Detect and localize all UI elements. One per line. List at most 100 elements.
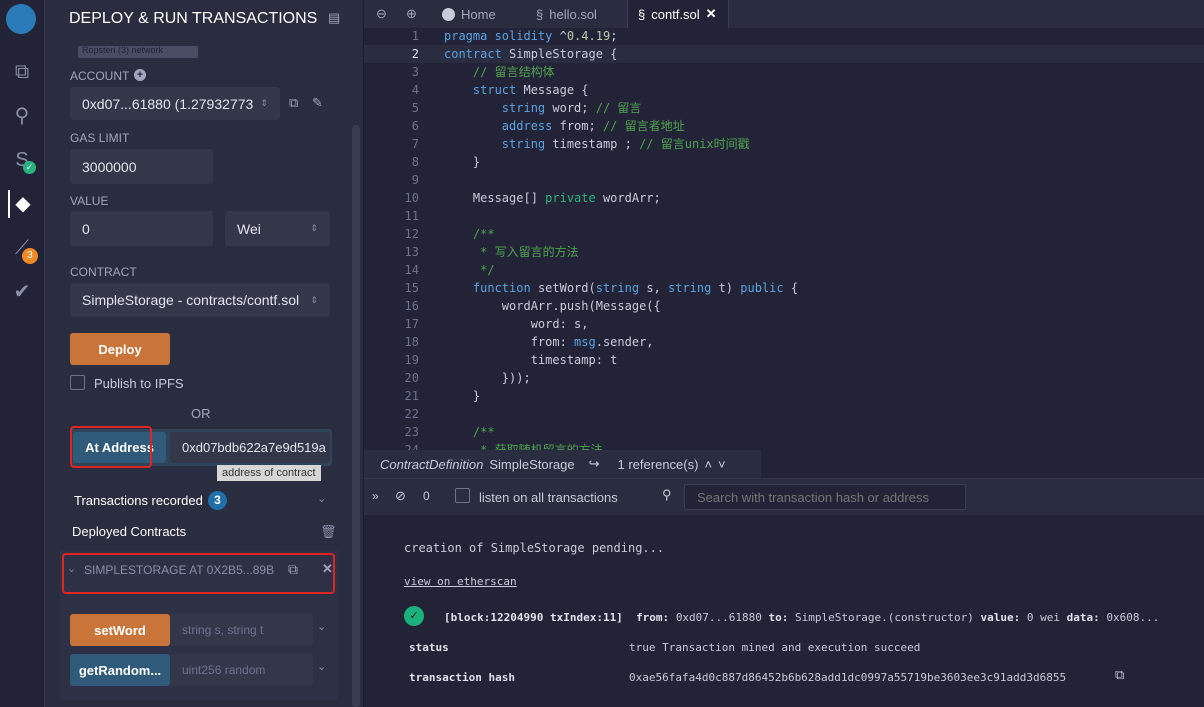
close-tab-icon[interactable]: ✕ xyxy=(706,6,717,22)
account-value: 0xd07...61880 (1.27932773 xyxy=(82,95,254,112)
function-button-getRandom[interactable]: getRandom... xyxy=(70,654,170,686)
code-token: timestamp: t xyxy=(444,353,618,367)
function-params-input[interactable]: string s, string t xyxy=(170,614,313,646)
zoom-out-icon[interactable]: ⊖ xyxy=(376,0,387,28)
edit-icon[interactable]: ✎ xyxy=(312,95,323,111)
value-input[interactable]: 0 xyxy=(70,211,213,246)
definition-name: SimpleStorage xyxy=(489,456,575,472)
value-unit-select[interactable]: Wei ⇕ xyxy=(225,211,330,246)
code-line[interactable]: 5 string word; // 留言 xyxy=(364,99,1204,117)
code-line[interactable]: 6 address from; // 留言者地址 xyxy=(364,117,1204,135)
code-line[interactable]: 4 struct Message { xyxy=(364,81,1204,99)
function-params-input[interactable]: uint256 random xyxy=(170,654,313,686)
gas-limit-input[interactable]: 3000000 xyxy=(70,149,213,184)
file-explorer-icon[interactable]: ⧉ xyxy=(8,58,36,86)
transaction-summary[interactable]: [block:12204990 txIndex:11] from: 0xd07.… xyxy=(444,611,1159,624)
code-line[interactable]: 3 // 留言结构体 xyxy=(364,63,1204,81)
add-account-icon[interactable]: + xyxy=(134,69,146,81)
line-number: 22 xyxy=(404,407,419,421)
code-token: /** xyxy=(472,227,495,241)
code-line[interactable]: 11 xyxy=(364,207,1204,225)
trash-icon[interactable]: 🗑 xyxy=(320,524,337,540)
deploy-button[interactable]: Deploy xyxy=(70,333,170,365)
tx-value: 0 wei xyxy=(1026,611,1060,624)
analysis-icon[interactable]: ⟋ 3 xyxy=(8,234,38,264)
collapse-terminal-icon[interactable]: » xyxy=(372,489,379,503)
code-line[interactable]: 22 xyxy=(364,405,1204,423)
code-line[interactable]: 19 timestamp: t xyxy=(364,351,1204,369)
code-line[interactable]: 10 Message[] private wordArr; xyxy=(364,189,1204,207)
code-line[interactable]: 1 pragma solidity ^0.4.19; xyxy=(364,27,1204,45)
scrollbar-thumb[interactable] xyxy=(352,125,360,707)
search-icon[interactable]: ⚲ xyxy=(8,102,36,130)
tab-label: hello.sol xyxy=(549,6,597,22)
function-button-setWord[interactable]: setWord xyxy=(70,614,170,646)
or-label: OR xyxy=(191,406,211,421)
line-number: 20 xyxy=(404,371,419,385)
line-number: 17 xyxy=(404,317,419,331)
publish-ipfs-checkbox[interactable] xyxy=(70,375,85,390)
tx-data-label: data: xyxy=(1066,611,1100,624)
copy-icon[interactable]: ⧉ xyxy=(288,561,298,578)
deploy-run-icon[interactable]: ◆ xyxy=(8,190,36,218)
line-number: 11 xyxy=(404,209,419,223)
testing-icon[interactable]: ✔ xyxy=(8,278,36,306)
code-line[interactable]: 20 })); xyxy=(364,369,1204,387)
code-line[interactable]: 18 from: msg.sender, xyxy=(364,333,1204,351)
chevron-down-icon[interactable]: ⌄ xyxy=(67,562,76,575)
code-token: string xyxy=(501,137,553,151)
tab-home[interactable]: Home xyxy=(442,0,496,28)
goto-definition-icon[interactable]: ↪ xyxy=(589,456,600,472)
code-line[interactable]: 14 */ xyxy=(364,261,1204,279)
code-editor[interactable]: ⊖ ⊕ Home § hello.sol § contf.sol ✕ 1 pragma … xyxy=(364,0,1204,457)
chevron-down-icon[interactable]: ⌄ xyxy=(317,492,326,505)
etherscan-link[interactable]: view on etherscan xyxy=(404,575,517,588)
code-line[interactable]: 2 contract SimpleStorage { xyxy=(364,45,1204,63)
environment-select[interactable]: Ropsten (3) network xyxy=(78,46,198,58)
clear-console-icon[interactable]: ⊘ xyxy=(395,488,406,504)
value-label: VALUE xyxy=(70,194,109,208)
chevron-down-icon[interactable]: ˅ xyxy=(718,457,726,472)
compiler-icon[interactable]: S ✓ xyxy=(8,146,36,174)
code-line[interactable]: 21 } xyxy=(364,387,1204,405)
docs-icon[interactable]: ▤ xyxy=(328,10,340,26)
references-count: 1 reference(s) xyxy=(617,456,699,472)
code-line[interactable]: 15 function setWord(string s, string t) … xyxy=(364,279,1204,297)
chevron-up-icon[interactable]: ˄ xyxy=(704,457,712,472)
code-lines[interactable]: 1 pragma solidity ^0.4.19; 2 contract Simpl… xyxy=(364,27,1204,459)
code-line[interactable]: 17 word: s, xyxy=(364,315,1204,333)
tab-contf-sol[interactable]: § contf.sol ✕ xyxy=(627,0,729,28)
code-line[interactable]: 12 /** xyxy=(364,225,1204,243)
tx-block: [block:12204990 txIndex:11] xyxy=(444,611,623,624)
tab-hello-sol[interactable]: § hello.sol xyxy=(536,0,597,28)
contract-select[interactable]: SimpleStorage - contracts/contf.sol ⇕ xyxy=(70,283,330,317)
chevron-down-icon[interactable]: ⌄ xyxy=(317,660,326,673)
contract-address-input[interactable]: 0xd07bdb622a7e9d519a xyxy=(170,432,330,463)
code-token: } xyxy=(444,155,481,169)
code-line[interactable]: 13 * 写入留言的方法 xyxy=(364,243,1204,261)
close-icon[interactable]: ✕ xyxy=(322,561,333,577)
code-line[interactable]: 16 wordArr.push(Message({ xyxy=(364,297,1204,315)
code-line[interactable]: 23 /** xyxy=(364,423,1204,441)
deployed-contract-name[interactable]: SIMPLESTORAGE AT 0X2B5...89B6 xyxy=(84,563,274,577)
zoom-in-icon[interactable]: ⊕ xyxy=(406,0,417,28)
chevron-down-icon[interactable]: ⌄ xyxy=(317,620,326,633)
code-token: wordArr; xyxy=(602,191,661,205)
transactions-count-badge: 3 xyxy=(208,491,227,510)
terminal-search-input[interactable] xyxy=(684,484,966,510)
copy-icon[interactable]: ⧉ xyxy=(1115,668,1124,683)
line-number: 4 xyxy=(411,83,419,97)
code-line[interactable]: 7 string timestamp ; // 留言unix时间戳 xyxy=(364,135,1204,153)
listen-checkbox[interactable] xyxy=(455,488,470,503)
line-number: 2 xyxy=(411,47,419,61)
panel-scrollbar[interactable] xyxy=(345,0,364,707)
account-select[interactable]: 0xd07...61880 (1.27932773 ⇕ xyxy=(70,87,280,120)
copy-icon[interactable]: ⧉ xyxy=(289,95,298,111)
code-line[interactable]: 8 } xyxy=(364,153,1204,171)
code-line[interactable]: 9 xyxy=(364,171,1204,189)
remix-logo-icon[interactable] xyxy=(6,4,36,34)
